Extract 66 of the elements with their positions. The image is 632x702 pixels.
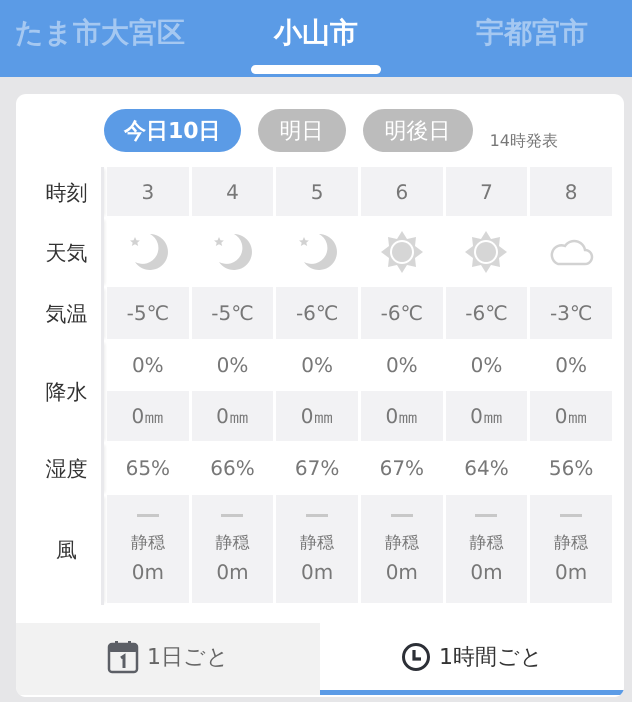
clock-icon — [401, 642, 431, 672]
calm-dash-icon — [390, 514, 413, 517]
row-header: 降水 — [32, 341, 104, 443]
day-tab[interactable]: 明後日 — [362, 109, 473, 152]
precipitation-chance-cell-text: 0% — [554, 352, 588, 379]
row-header: 湿度 — [32, 443, 104, 495]
calm-dash-icon — [475, 514, 498, 517]
issued-time: 14時発表 — [490, 131, 558, 152]
precipitation-amount-cell: 0㎜ — [360, 391, 443, 441]
precipitation-amount-cell: 0㎜ — [107, 391, 189, 441]
humidity-cell-text: 65% — [124, 455, 172, 482]
calendar-icon — [107, 640, 139, 674]
wind-speed: 0m — [301, 560, 334, 584]
hour-cell: 8 — [530, 167, 612, 216]
humidity-cell-text: 67% — [294, 455, 340, 482]
humidity-cell-text: 64% — [463, 455, 510, 482]
temperature-cell: -3℃ — [530, 287, 612, 339]
row-header: 気温 — [32, 287, 104, 341]
row-header: 風 — [32, 495, 104, 605]
precipitation-chance-cell-text: 0% — [384, 352, 419, 379]
precipitation-amount-cell: 0㎜ — [192, 391, 274, 441]
temperature-cell: -5℃ — [107, 287, 189, 339]
humidity-cell-text: 67% — [378, 455, 426, 482]
wind-condition: 静穏 — [554, 532, 588, 554]
wind-condition: 静穏 — [300, 532, 334, 554]
precipitation-chance-cell-text: 0% — [470, 352, 504, 379]
precipitation-amount-cell: 0㎜ — [276, 391, 358, 441]
humidity-cell-text: 66% — [209, 455, 256, 482]
precipitation-amount-cell: 0㎜ — [530, 391, 612, 441]
precipitation-chance-cell-text: 0% — [130, 352, 165, 379]
precipitation-chance-cell-text: 0% — [300, 352, 334, 379]
hour-cell: 4 — [192, 167, 274, 216]
view-tab[interactable]: 1日ごと — [16, 623, 320, 695]
city-tab[interactable]: 小山市 — [200, 0, 432, 77]
city-tab[interactable]: 宇都宮市 — [432, 0, 632, 77]
day-tab[interactable]: 明日 — [258, 109, 346, 152]
wind-speed: 0m — [132, 560, 164, 584]
wind-condition: 静穏 — [469, 532, 504, 554]
wind-speed: 0m — [386, 560, 418, 584]
temperature-cell: -6℃ — [446, 287, 528, 339]
sun-icon — [380, 230, 424, 274]
hour-cell: 5 — [276, 167, 358, 216]
calm-dash-icon — [136, 514, 159, 517]
wind-speed: 0m — [470, 560, 503, 584]
temperature-cell: -6℃ — [276, 287, 358, 339]
precipitation-amount-cell: 0㎜ — [446, 391, 528, 441]
calm-dash-icon — [221, 514, 244, 517]
wind-speed: 0m — [555, 560, 588, 584]
wind-condition: 静穏 — [384, 532, 419, 554]
day-tab[interactable]: 今日10日 — [104, 109, 241, 152]
wind-speed: 0m — [216, 560, 249, 584]
calm-dash-icon — [306, 514, 328, 517]
hour-cell: 7 — [446, 167, 528, 216]
hour-cell: 6 — [360, 167, 443, 216]
calm-dash-icon — [560, 514, 582, 517]
row-header: 天気 — [32, 218, 104, 287]
temperature-cell: -6℃ — [360, 287, 443, 339]
precipitation-chance-cell-text: 0% — [216, 352, 250, 379]
humidity-cell-text: 56% — [548, 455, 594, 482]
sun-icon — [464, 230, 508, 274]
temperature-cell: -5℃ — [192, 287, 274, 339]
hour-cell: 3 — [107, 167, 189, 216]
wind-condition: 静穏 — [215, 532, 250, 554]
row-header: 時刻 — [32, 167, 104, 218]
wind-condition: 静穏 — [130, 532, 165, 554]
city-tab[interactable]: たま市大宮区 — [0, 0, 200, 77]
